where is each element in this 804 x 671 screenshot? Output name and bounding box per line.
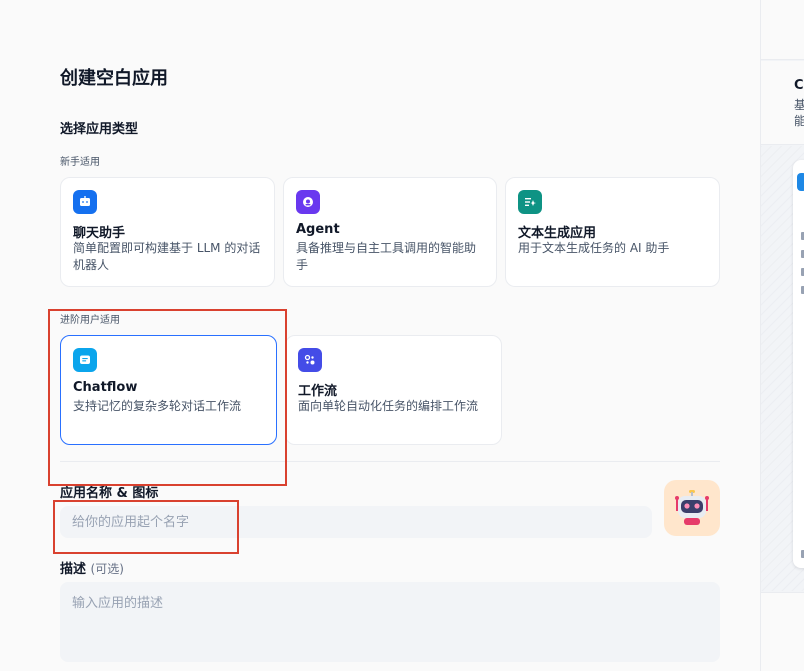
app-type-card-chatbot[interactable]: 聊天助手 简单配置即可构建基于 LLM 的对话机器人 <box>60 177 275 287</box>
preview-bottom-bar <box>761 592 804 671</box>
desc-label-text: 描述 <box>60 562 87 577</box>
annotation-box-advanced <box>48 309 287 486</box>
app-type-desc: 面向单轮自动化任务的编排工作流 <box>298 399 479 413</box>
app-type-card-workflow[interactable]: 工作流 面向单轮自动化任务的编排工作流 <box>285 335 502 445</box>
app-type-desc: 具备推理与自主工具调用的智能助手 <box>296 241 477 272</box>
preview-top-bar <box>761 0 804 60</box>
app-type-card-completion[interactable]: 文本生成应用 用于文本生成任务的 AI 助手 <box>505 177 720 287</box>
chat-icon <box>73 190 97 214</box>
preview-header: Ch 基 能 <box>761 61 804 145</box>
app-type-desc: 简单配置即可构建基于 LLM 的对话机器人 <box>73 241 261 272</box>
create-app-panel: 创建空白应用 选择应用类型 新手适用 聊天助手 简单配置即可构建基于 LLM 的… <box>0 0 760 671</box>
app-type-desc: 用于文本生成任务的 AI 助手 <box>518 241 670 255</box>
annotation-box-name-input <box>53 500 239 554</box>
page-title: 创建空白应用 <box>60 68 168 89</box>
preview-app-icon <box>797 173 804 191</box>
app-type-name: 工作流 <box>298 384 338 399</box>
preview-title: Ch <box>794 78 804 93</box>
beginner-group-label: 新手适用 <box>60 157 100 168</box>
section-title: 选择应用类型 <box>60 122 139 137</box>
desc-label: 描述 (可选) <box>60 558 124 577</box>
workflow-icon <box>298 348 322 372</box>
app-type-name: Agent <box>296 222 340 237</box>
preview-card <box>793 160 804 568</box>
desc-optional-hint: (可选) <box>90 562 124 576</box>
preview-panel: Ch 基 能 <box>760 0 804 671</box>
preview-desc-line-2: 能 <box>794 113 804 129</box>
agent-icon <box>296 190 320 214</box>
robot-icon <box>675 490 709 525</box>
app-type-name: 聊天助手 <box>73 226 126 241</box>
text-gen-icon <box>518 190 542 214</box>
app-type-card-agent[interactable]: Agent 具备推理与自主工具调用的智能助手 <box>283 177 497 287</box>
preview-desc-line-1: 基 <box>794 97 804 113</box>
app-type-name: 文本生成应用 <box>518 226 597 241</box>
app-description-input[interactable] <box>60 582 720 662</box>
app-icon-picker[interactable] <box>664 480 720 536</box>
